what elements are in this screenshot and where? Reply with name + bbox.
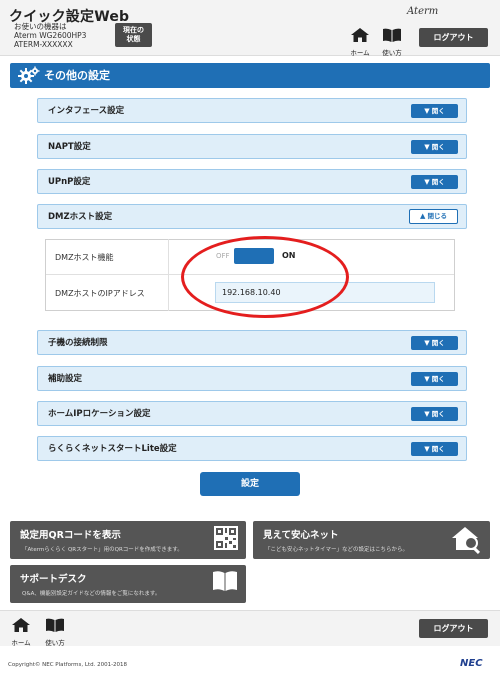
section-title: その他の設定: [10, 63, 490, 88]
qr-code-panel[interactable]: 設定用QRコードを表示 「Atermらくらく QRスタート」用のQRコードを作成…: [10, 521, 246, 559]
book-icon: [212, 570, 238, 596]
header: クイック設定Web お使いの機器は Aterm WG2600HP3 ATERM-…: [0, 0, 500, 57]
footer-logout-button[interactable]: ログアウト: [419, 619, 488, 638]
howto-button[interactable]: 使い方: [381, 27, 403, 57]
chevron-down-icon: ▼: [424, 339, 430, 347]
safety-net-panel[interactable]: 見えて安心ネット 「こども安心ネットタイマー」などの設定はこちらから。: [253, 521, 490, 559]
accordion-rakuraku-lite[interactable]: らくらくネットスタートLite設定 ▼ 開く: [37, 436, 467, 461]
home-icon: [351, 28, 369, 42]
open-button[interactable]: ▼ 開く: [411, 336, 458, 350]
apply-button[interactable]: 設定: [200, 472, 300, 496]
divider: [168, 239, 169, 311]
open-button[interactable]: ▼ 開く: [411, 104, 458, 118]
chevron-down-icon: ▼: [424, 178, 430, 186]
open-button[interactable]: ▼ 開く: [411, 372, 458, 386]
logout-button[interactable]: ログアウト: [419, 28, 488, 47]
chevron-down-icon: ▼: [424, 107, 430, 115]
home-icon: [12, 618, 30, 632]
chevron-down-icon: ▼: [424, 375, 430, 383]
accordion-napt[interactable]: NAPT設定 ▼ 開く: [37, 134, 467, 159]
chevron-up-icon: ▲: [420, 212, 426, 220]
nec-logo: NEC: [460, 658, 483, 669]
accordion-dmz[interactable]: DMZホスト設定 ▲ 閉じる: [37, 204, 467, 229]
chevron-down-icon: ▼: [424, 410, 430, 418]
dmz-ip-label: DMZホストのIPアドレス: [55, 289, 145, 298]
chevron-down-icon: ▼: [424, 143, 430, 151]
open-button[interactable]: ▼ 開く: [411, 407, 458, 421]
open-button[interactable]: ▼ 開く: [411, 140, 458, 154]
accordion-auxiliary[interactable]: 補助設定 ▼ 開く: [37, 366, 467, 391]
book-icon: [46, 618, 64, 632]
home-search-icon: [452, 526, 482, 558]
open-button[interactable]: ▼ 開く: [411, 175, 458, 189]
open-button[interactable]: ▼ 開く: [411, 442, 458, 456]
model-info: お使いの機器は Aterm WG2600HP3 ATERM-XXXXXX: [14, 22, 87, 49]
footer-howto-button[interactable]: 使い方: [44, 617, 66, 647]
accordion-home-ip-location[interactable]: ホームIPロケーション設定 ▼ 開く: [37, 401, 467, 426]
home-button[interactable]: ホーム: [349, 27, 371, 57]
highlight-ellipse: [181, 236, 349, 318]
footer-bar: ホーム 使い方 ログアウト: [0, 610, 500, 647]
dmz-function-label: DMZホスト機能: [55, 253, 114, 262]
accordion-upnp[interactable]: UPnP設定 ▼ 開く: [37, 169, 467, 194]
footer-home-button[interactable]: ホーム: [10, 617, 32, 647]
copyright: Copyright© NEC Platforms, Ltd. 2001-2018: [8, 662, 128, 668]
gear-icon: [18, 66, 40, 93]
accordion-client-limit[interactable]: 子機の接続制限 ▼ 開く: [37, 330, 467, 355]
close-button[interactable]: ▲ 閉じる: [409, 209, 458, 224]
current-status-button[interactable]: 現在の 状態: [115, 23, 152, 47]
aterm-logo: Aterm: [407, 6, 439, 17]
chevron-down-icon: ▼: [424, 445, 430, 453]
qr-code-icon: [214, 526, 238, 554]
support-desk-panel[interactable]: サポートデスク Q&A、機能別設定ガイドなどの情報をご覧になれます。: [10, 565, 246, 603]
book-icon: [383, 28, 401, 42]
accordion-interface[interactable]: インタフェース設定 ▼ 開く: [37, 98, 467, 123]
